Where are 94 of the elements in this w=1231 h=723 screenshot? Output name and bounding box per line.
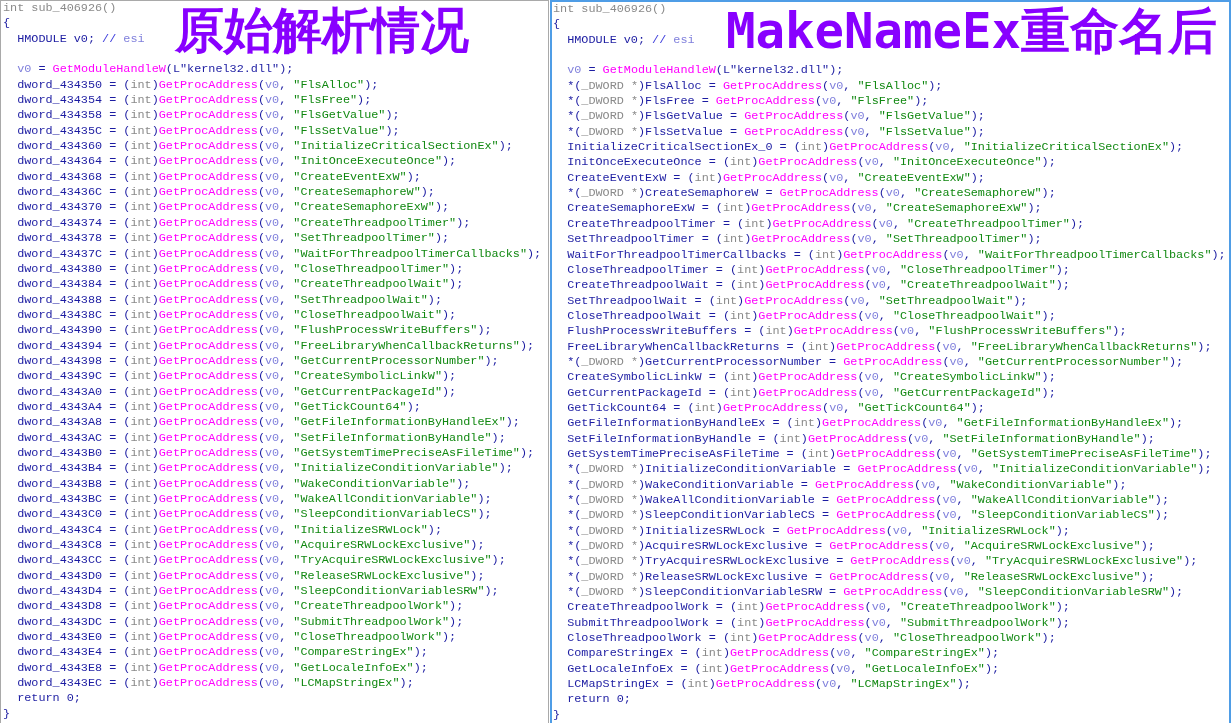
code-line: dword_434374 = (int)GetProcAddress(v0, "CreateThreadpoolTimer"); (17, 215, 471, 232)
code-line: CloseThreadpoolWait = (int)GetProcAddress(v0, "CloseThreadpoolWait"); (567, 308, 1056, 325)
code-line: CreateEventExW = (int)GetProcAddress(v0, "CreateEventExW"); (567, 170, 985, 187)
code-line: *(_DWORD *)WakeAllConditionVariable = GetProcAddress(v0, "WakeAllConditionVariable"); (567, 493, 1169, 509)
code-line: *(_DWORD *)GetCurrentProcessorNumber = GetProcAddress(v0, "GetCurrentProcessorNumber"); (567, 354, 1184, 371)
code-line: return 0; (567, 692, 631, 708)
function-signature: int sub_406926() (3, 1, 117, 17)
code-line: dword_434394 = (int)GetProcAddress(v0, "FreeLibraryWhenCallbackReturns"); (17, 338, 535, 354)
code-line: *(_DWORD *)TryAcquireSRWLockExclusive = GetProcAddress(v0, "TryAcquireSRWLockExclusive"); (567, 554, 1198, 570)
code-line: dword_4343A0 = (int)GetProcAddress(v0, "GetCurrentPackageId"); (17, 384, 457, 400)
code-line: dword_434398 = (int)GetProcAddress(v0, "GetCurrentProcessorNumber"); (17, 353, 499, 370)
overlay-caption: MakeNameEx重命名后 (726, 7, 1217, 56)
code-line: dword_434350 = (int)GetProcAddress(v0, "FlsAlloc"); (17, 77, 379, 94)
code-line: dword_4343A4 = (int)GetProcAddress(v0, "GetTickCount64"); (17, 399, 421, 416)
code-line: GetFileInformationByHandleEx = (int)GetProcAddress(v0, "GetFileInformationByHandleEx"); (567, 416, 1184, 432)
overlay-caption: 原始解析情况 (175, 6, 469, 55)
code-line: SetThreadpoolTimer = (int)GetProcAddress(v0, "SetThreadpoolTimer"); (567, 232, 1042, 248)
code-line: dword_4343A8 = (int)GetProcAddress(v0, "GetFileInformationByHandleEx"); (17, 415, 520, 431)
code-line: dword_434360 = (int)GetProcAddress(v0, "InitializeCriticalSectionEx"); (17, 139, 513, 155)
code-line: *(_DWORD *)FlsAlloc = GetProcAddress(v0, "FlsAlloc"); (567, 78, 943, 95)
code-line: SetFileInformationByHandle = (int)GetProcAddress(v0, "SetFileInformationByHandle"); (567, 431, 1155, 447)
code-line: SubmitThreadpoolWork = (int)GetProcAddress(v0, "SubmitThreadpoolWork"); (567, 615, 1070, 632)
code-line: dword_43438C = (int)GetProcAddress(v0, "CloseThreadpoolWait"); (17, 307, 457, 324)
code-line: GetLocaleInfoEx = (int)GetProcAddress(v0, "GetLocaleInfoEx"); (567, 661, 1000, 678)
code-line: dword_4343D8 = (int)GetProcAddress(v0, "CreateThreadpoolWork"); (17, 599, 464, 615)
code-line: CreateSymbolicLinkW = (int)GetProcAddress(v0, "CreateSymbolicLinkW"); (567, 370, 1056, 386)
code-line: dword_4343DC = (int)GetProcAddress(v0, "SubmitThreadpoolWork"); (17, 614, 464, 631)
code-line: *(_DWORD *)FlsSetValue = GetProcAddress(v0, "FlsSetValue"); (567, 124, 985, 141)
code-line: dword_43435C = (int)GetProcAddress(v0, "FlsSetValue"); (17, 123, 400, 140)
code-line: *(_DWORD *)CreateSemaphoreW = GetProcAddress(v0, "CreateSemaphoreW"); (567, 186, 1056, 202)
code-line: dword_43437C = (int)GetProcAddress(v0, "WaitForThreadpoolTimerCallbacks"); (17, 246, 542, 262)
code-line: InitOnceExecuteOnce = (int)GetProcAddress(v0, "InitOnceExecuteOnce"); (567, 155, 1056, 171)
code-line: dword_4343E4 = (int)GetProcAddress(v0, "CompareStringEx"); (17, 645, 428, 661)
code-line: CreateThreadpoolWork = (int)GetProcAddress(v0, "CreateThreadpoolWork"); (567, 600, 1070, 616)
code-line: } (553, 707, 561, 723)
code-line: InitializeCriticalSectionEx_0 = (int)GetProcAddress(v0, "InitializeCriticalSectionEx"); (567, 140, 1184, 156)
code-line: *(_DWORD *)InitializeConditionVariable = GetProcAddress(v0, "InitializeConditionVariable"); (567, 462, 1212, 478)
code-line: dword_4343B8 = (int)GetProcAddress(v0, "WakeConditionVariable"); (17, 476, 471, 492)
code-line: dword_43436C = (int)GetProcAddress(v0, "CreateSemaphoreW"); (17, 185, 435, 201)
code-line: return 0; (17, 691, 81, 707)
code-line: CompareStringEx = (int)GetProcAddress(v0, "CompareStringEx"); (567, 646, 1000, 662)
code-line: *(_DWORD *)AcquireSRWLockExclusive = GetProcAddress(v0, "AcquireSRWLockExclusive"); (567, 539, 1155, 555)
code-line: dword_4343B4 = (int)GetProcAddress(v0, "InitializeConditionVariable"); (17, 461, 513, 477)
code-line: dword_4343D0 = (int)GetProcAddress(v0, "ReleaseSRWLockExclusive"); (17, 568, 485, 585)
code-line: dword_4343E0 = (int)GetProcAddress(v0, "CloseThreadpoolWork"); (17, 630, 457, 646)
code-line: dword_4343EC = (int)GetProcAddress(v0, "LCMapStringEx"); (17, 676, 414, 692)
code-line: dword_4343AC = (int)GetProcAddress(v0, "SetFileInformationByHandle"); (17, 430, 506, 446)
code-line: dword_4343D4 = (int)GetProcAddress(v0, "SleepConditionVariableSRW"); (17, 584, 499, 600)
code-line: { (3, 16, 11, 32)
code-line: *(_DWORD *)WakeConditionVariable = GetProcAddress(v0, "WakeConditionVariable"); (567, 477, 1127, 493)
code-line: LCMapStringEx = (int)GetProcAddress(v0, "LCMapStringEx"); (567, 677, 971, 693)
code-line: FreeLibraryWhenCallbackReturns = (int)GetProcAddress(v0, "FreeLibraryWhenCallbackReturns"); (567, 339, 1212, 355)
code-line: *(_DWORD *)FlsFree = GetProcAddress(v0, "FlsFree"); (567, 94, 929, 110)
code-line: dword_4343C8 = (int)GetProcAddress(v0, "AcquireSRWLockExclusive"); (17, 538, 485, 554)
code-line: *(_DWORD *)FlsGetValue = GetProcAddress(v0, "FlsGetValue"); (567, 109, 985, 125)
code-line: dword_434368 = (int)GetProcAddress(v0, "CreateEventExW"); (17, 169, 421, 186)
code-line: dword_434378 = (int)GetProcAddress(v0, "SetThreadpoolTimer"); (17, 231, 450, 247)
code-line: dword_4343C0 = (int)GetProcAddress(v0, "SleepConditionVariableCS"); (17, 507, 492, 523)
code-line: *(_DWORD *)SleepConditionVariableSRW = GetProcAddress(v0, "SleepConditionVariableSRW"); (567, 585, 1184, 601)
code-line: dword_4343C4 = (int)GetProcAddress(v0, "InitializeSRWLock"); (17, 522, 443, 539)
code-line: dword_43439C = (int)GetProcAddress(v0, "CreateSymbolicLinkW"); (17, 369, 457, 385)
code-line: dword_434384 = (int)GetProcAddress(v0, "CreateThreadpoolWait"); (17, 277, 464, 293)
code-line: *(_DWORD *)SleepConditionVariableCS = GetProcAddress(v0, "SleepConditionVariableCS"); (567, 508, 1169, 524)
code-line: v0 = GetModuleHandleW(L"kernel32.dll"); (17, 62, 294, 78)
code-line: SetThreadpoolWait = (int)GetProcAddress(v0, "SetThreadpoolWait"); (567, 293, 1028, 309)
code-line: dword_434364 = (int)GetProcAddress(v0, "InitOnceExecuteOnce"); (17, 154, 457, 170)
code-line: GetCurrentPackageId = (int)GetProcAddress(v0, "GetCurrentPackageId"); (567, 385, 1056, 401)
code-line: dword_4343CC = (int)GetProcAddress(v0, "TryAcquireSRWLockExclusive"); (17, 553, 506, 569)
code-line: CreateThreadpoolWait = (int)GetProcAddress(v0, "CreateThreadpoolWait"); (567, 278, 1070, 294)
code-line: WaitForThreadpoolTimerCallbacks = (int)GetProcAddress(v0, "WaitForThreadpoolTimerCallbacks"); (567, 247, 1226, 263)
code-line: dword_4343B0 = (int)GetProcAddress(v0, "GetSystemTimePreciseAsFileTime"); (17, 445, 535, 462)
code-line: *(_DWORD *)InitializeSRWLock = GetProcAddress(v0, "InitializeSRWLock"); (567, 523, 1070, 540)
code-line: CloseThreadpoolTimer = (int)GetProcAddress(v0, "CloseThreadpoolTimer"); (567, 262, 1070, 279)
code-line: GetTickCount64 = (int)GetProcAddress(v0, "GetTickCount64"); (567, 400, 985, 417)
code-line: dword_434390 = (int)GetProcAddress(v0, "FlushProcessWriteBuffers"); (17, 323, 492, 339)
code-line: v0 = GetModuleHandleW(L"kernel32.dll"); (567, 63, 844, 79)
code-line: HMODULE v0; // esi (567, 32, 695, 49)
code-line: CreateSemaphoreExW = (int)GetProcAddress(v0, "CreateSemaphoreExW"); (567, 201, 1042, 217)
code-line: dword_434354 = (int)GetProcAddress(v0, "FlsFree"); (17, 93, 372, 109)
code-line: dword_434370 = (int)GetProcAddress(v0, "CreateSemaphoreExW"); (17, 200, 450, 216)
code-line: dword_4343BC = (int)GetProcAddress(v0, "WakeAllConditionVariable"); (17, 492, 492, 508)
code-line: { (553, 17, 561, 33)
code-line: } (3, 706, 11, 723)
code-line: dword_434380 = (int)GetProcAddress(v0, "CloseThreadpoolTimer"); (17, 261, 464, 278)
code-line: CloseThreadpoolWork = (int)GetProcAddress(v0, "CloseThreadpoolWork"); (567, 631, 1056, 647)
code-line: dword_434358 = (int)GetProcAddress(v0, "FlsGetValue"); (17, 108, 400, 124)
code-line: *(_DWORD *)ReleaseSRWLockExclusive = GetProcAddress(v0, "ReleaseSRWLockExclusive"); (567, 569, 1155, 586)
code-line: dword_434388 = (int)GetProcAddress(v0, "SetThreadpoolWait"); (17, 292, 443, 308)
code-line: CreateThreadpoolTimer = (int)GetProcAddress(v0, "CreateThreadpoolTimer"); (567, 216, 1085, 233)
code-line: dword_4343E8 = (int)GetProcAddress(v0, "GetLocaleInfoEx"); (17, 660, 428, 677)
code-line: FlushProcessWriteBuffers = (int)GetProcAddress(v0, "FlushProcessWriteBuffers"); (567, 324, 1127, 340)
code-line: GetSystemTimePreciseAsFileTime = (int)GetProcAddress(v0, "GetSystemTimePreciseAsFileTime"); (567, 446, 1212, 463)
code-line: HMODULE v0; // esi (17, 31, 145, 48)
function-signature: int sub_406926() (553, 2, 667, 18)
